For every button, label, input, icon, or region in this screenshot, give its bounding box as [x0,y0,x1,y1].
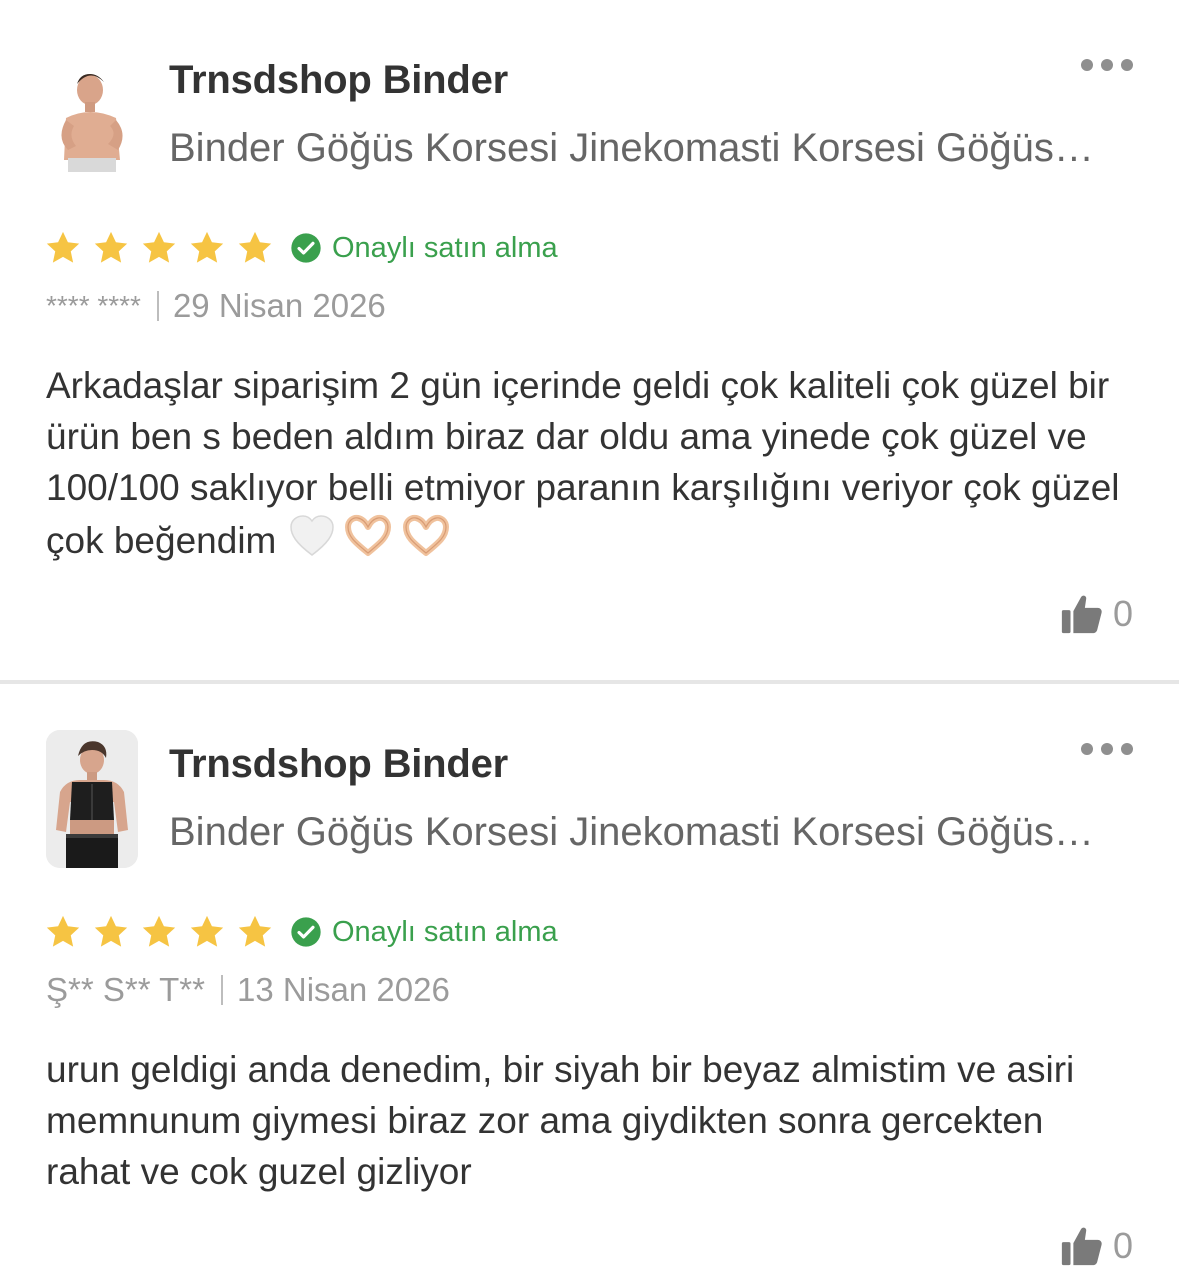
review-card: Trnsdshop Binder Binder Göğüs Korsesi Ji… [0,684,1179,1272]
review-text: Arkadaşlar siparişim 2 gün içerinde geld… [46,365,1120,561]
verified-purchase-badge: Onaylı satın alma [290,232,558,265]
review-text-block: urun geldigi anda denedim, bir siyah bir… [46,1044,1136,1197]
product-image-binder-model [46,730,138,868]
check-circle-icon [291,233,321,263]
reviewer-name: **** **** [46,290,141,321]
review-date: 29 Nisan 2026 [172,287,386,324]
meta-separator [220,975,223,1005]
product-name[interactable]: Trnsdshop Binder [169,742,508,787]
product-image-shirtless-model [46,46,138,184]
like-button[interactable]: 0 [1059,590,1133,638]
star-rating [44,913,284,951]
star-icon [46,915,80,947]
star-icon [238,231,272,263]
star-icon [190,231,224,263]
rating-row: Onaylı satın alma [44,910,558,954]
thumbs-up-icon [1061,1227,1102,1266]
review-text-block: Arkadaşlar siparişim 2 gün içerinde geld… [46,360,1136,566]
heart-hands-icon [345,514,392,556]
more-dots-icon [1101,59,1113,71]
like-count: 0 [1112,1225,1133,1266]
product-description[interactable]: Binder Göğüs Korsesi Jinekomasti Korsesi… [169,810,1104,855]
product-description[interactable]: Binder Göğüs Korsesi Jinekomasti Korsesi… [169,126,1104,171]
like-button[interactable]: 0 [1059,1222,1133,1270]
product-name[interactable]: Trnsdshop Binder [169,58,508,103]
more-dots-icon [1101,743,1113,755]
thumbs-up-icon [1061,595,1102,634]
reviewer-name: Ş** S** T** [46,971,205,1008]
heart-hands-icon [403,514,450,556]
product-thumbnail[interactable] [46,730,138,868]
star-icon [94,231,128,263]
more-options-button[interactable] [1081,52,1133,78]
meta-separator [156,291,159,321]
star-icon [94,915,128,947]
more-options-button[interactable] [1081,736,1133,762]
review-meta: **** **** 29 Nisan 2026 [46,286,386,326]
verified-purchase-label: Onaylı satın alma [332,231,558,264]
verified-purchase-badge: Onaylı satın alma [290,916,558,949]
review-meta: Ş** S** T** 13 Nisan 2026 [46,970,450,1010]
review-date: 13 Nisan 2026 [236,971,450,1008]
review-card: Trnsdshop Binder Binder Göğüs Korsesi Ji… [0,0,1179,680]
review-text: urun geldigi anda denedim, bir siyah bir… [46,1049,1075,1192]
more-dots-icon [1081,743,1093,755]
star-icon [238,915,272,947]
like-count: 0 [1112,593,1133,634]
more-dots-icon [1081,59,1093,71]
more-dots-icon [1121,59,1133,71]
emoji-group [288,513,458,561]
rating-row: Onaylı satın alma [44,226,558,270]
product-thumbnail[interactable] [46,46,138,184]
star-icon [46,231,80,263]
star-icon [190,915,224,947]
white-heart-icon [290,515,335,556]
check-circle-icon [291,917,321,947]
verified-purchase-label: Onaylı satın alma [332,915,558,948]
star-icon [142,915,176,947]
star-rating [44,229,284,267]
more-dots-icon [1121,743,1133,755]
star-icon [142,231,176,263]
